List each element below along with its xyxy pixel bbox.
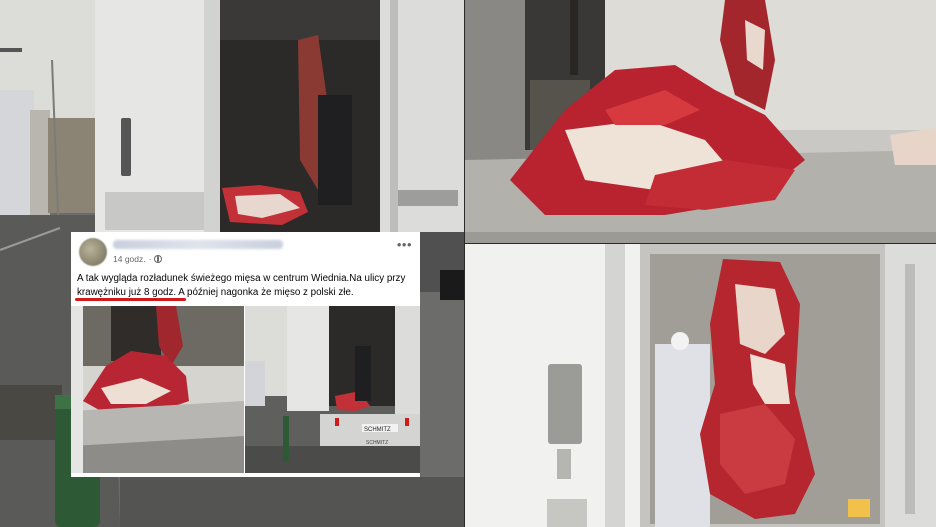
meat-floor-scene (465, 0, 936, 243)
post-time-text[interactable]: 14 godz. (113, 254, 146, 264)
more-icon[interactable]: ••• (397, 237, 412, 252)
post-photo-street-truck[interactable]: SCHMITZ SCHMITZ (245, 306, 420, 473)
globe-icon (154, 255, 163, 263)
truck-logo: SCHMITZ (366, 440, 388, 446)
hanging-carcass-scene (465, 244, 936, 527)
blurred-author-name[interactable] (113, 240, 283, 249)
avatar[interactable] (79, 238, 107, 266)
post-text: A tak wygląda rozładunek świeżego mięsa … (77, 272, 415, 300)
post-photo-meat[interactable] (71, 306, 244, 473)
red-underline (75, 298, 186, 301)
truck-plate: SCHMITZ (364, 427, 391, 433)
facebook-post-card: 14 godz. · ••• A tak wygląda rozładunek … (71, 232, 420, 477)
post-text-line-1: A tak wygląda rozładunek świeżego mięsa … (77, 273, 406, 284)
post-photo-truck-scene: SCHMITZ SCHMITZ (245, 306, 420, 473)
post-timestamp[interactable]: 14 godz. · (113, 254, 163, 264)
post-header: 14 godz. · ••• (71, 232, 420, 268)
photo-meat-truck-floor (465, 0, 936, 243)
photo-hanging-carcass (465, 244, 936, 527)
post-photo-meat-scene (71, 306, 244, 473)
